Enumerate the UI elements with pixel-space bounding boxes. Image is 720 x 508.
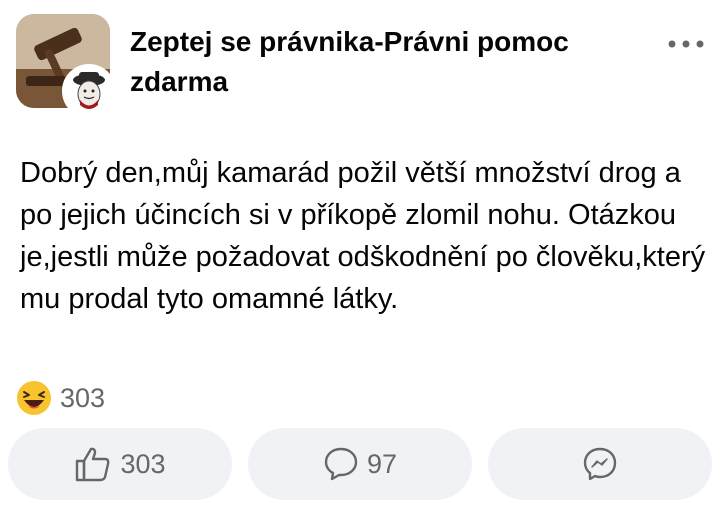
- more-dots-icon: [668, 40, 704, 48]
- messenger-icon: [583, 447, 617, 481]
- thumbs-up-icon: [76, 447, 110, 482]
- user-avatar[interactable]: [62, 64, 116, 118]
- group-name[interactable]: Zeptej se právnika-Právni pomoc zdarma: [130, 22, 640, 102]
- like-count: 303: [120, 448, 166, 479]
- post-text: Dobrý den,můj kamarád požil větší množst…: [20, 157, 706, 315]
- post-header: Zeptej se právnika-Právni pomoc zdarma: [0, 0, 720, 125]
- reaction-count: 303: [60, 382, 106, 413]
- laughing-emoji-icon: [17, 381, 51, 415]
- share-messenger-button[interactable]: [488, 428, 712, 500]
- more-options-button[interactable]: [664, 30, 708, 58]
- comment-count: 97: [366, 448, 398, 479]
- comment-button[interactable]: 97: [248, 428, 472, 500]
- like-button[interactable]: 303: [8, 428, 232, 500]
- comment-bubble-icon: [324, 447, 358, 481]
- reaction-summary[interactable]: 303: [16, 380, 105, 416]
- anonymous-mask-icon: [65, 67, 113, 115]
